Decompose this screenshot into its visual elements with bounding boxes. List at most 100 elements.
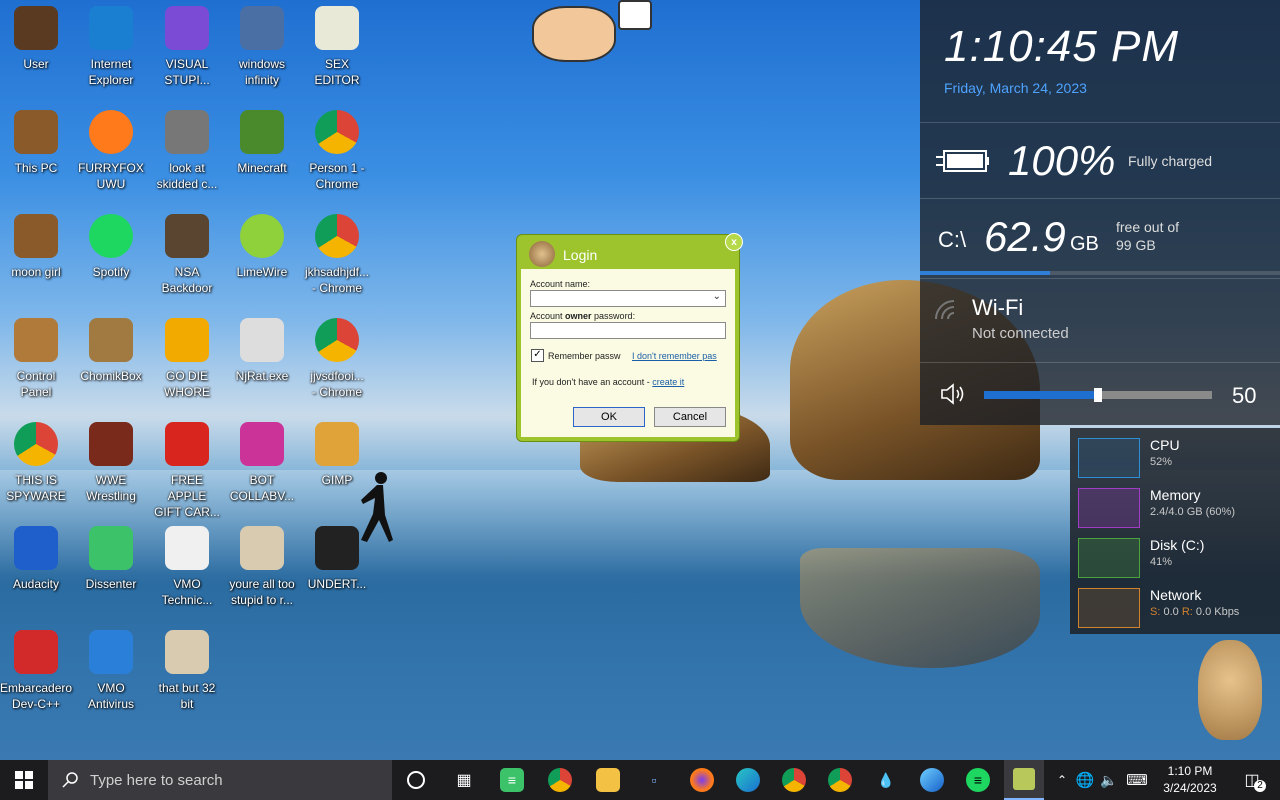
dissenter-taskbar-icon[interactable]: ≡ (500, 768, 524, 792)
remember-checkbox[interactable]: ✓ (531, 349, 544, 362)
desktop-icon-label: Spotify (92, 265, 130, 279)
password-label: Account owner password: (530, 311, 635, 321)
desktop-icon[interactable]: look at skidded c... (151, 110, 223, 192)
droplet-taskbar-icon[interactable]: 💧 (874, 768, 898, 792)
file-explorer-icon[interactable] (596, 768, 620, 792)
desktop-icon[interactable]: jkhsadhjdf... - Chrome (301, 214, 373, 296)
chevron-down-icon[interactable]: ⌄ (713, 291, 721, 302)
volume-thumb[interactable] (1094, 388, 1102, 402)
show-hidden-icons[interactable]: ⌃ (1054, 760, 1070, 800)
hamster-logo-icon (529, 241, 555, 267)
desktop-icon[interactable]: VMO Technic... (151, 526, 223, 608)
desktop-icon[interactable]: LimeWire (226, 214, 298, 280)
files-icon (165, 110, 209, 154)
perf-cpu-row[interactable]: CPU 52% (1070, 432, 1280, 482)
password-field[interactable] (530, 322, 726, 339)
desktop-icon-label: Internet Explorer (88, 57, 134, 87)
chrome-taskbar-icon[interactable] (548, 768, 572, 792)
desktop-icon[interactable]: that but 32 bit (151, 630, 223, 712)
desktop-icon[interactable]: GIMP (301, 422, 373, 488)
edge-taskbar-icon[interactable] (736, 768, 760, 792)
desktop-icon[interactable]: FREE APPLE GIFT CAR... (151, 422, 223, 520)
desktop-icon[interactable]: GO DIE WHORE (151, 318, 223, 400)
close-button[interactable]: x (725, 233, 743, 251)
forgot-password-link[interactable]: I don't remember pas (632, 351, 717, 361)
perf-network-row[interactable]: Network S: 0.0 R: 0.0 Kbps (1070, 582, 1280, 632)
desktop-icon[interactable]: User (0, 6, 72, 72)
login-dialog: Login x Account name: ⌄ Account owner pa… (516, 233, 743, 442)
chrome-profile2-taskbar-icon[interactable] (828, 768, 852, 792)
desktop-icon[interactable]: VMO Antivirus (75, 630, 147, 712)
battery-status: Fully charged (1128, 153, 1213, 169)
desktop-icon-label: NSA Backdoor (161, 265, 213, 295)
desktop-icon[interactable]: Audacity (0, 526, 72, 592)
speaker-icon[interactable] (940, 383, 966, 405)
cortana-icon[interactable] (404, 768, 428, 792)
desktop-icon-label: This PC (14, 161, 58, 175)
account-name-combo[interactable]: ⌄ (530, 290, 726, 307)
ok-button[interactable]: OK (573, 407, 645, 427)
desktop-icon-label: ChomikBox (80, 369, 142, 383)
spotify-taskbar-icon[interactable]: ≡ (966, 768, 990, 792)
start-button[interactable] (0, 760, 48, 800)
desktop-icon-label: jkhsadhjdf... - Chrome (304, 265, 370, 295)
desktop-icon[interactable]: youre all too stupid to r... (226, 526, 298, 608)
chrome-profile-taskbar-icon[interactable] (782, 768, 806, 792)
hamster-sticker (1198, 640, 1262, 740)
edge-beta-taskbar-icon[interactable] (920, 768, 944, 792)
desktop-icon[interactable]: THIS IS SPYWARE (0, 422, 72, 504)
desktop-icon[interactable]: Person 1 - Chrome (301, 110, 373, 192)
desktop-icon[interactable]: Embarcadero Dev-C++ (0, 630, 72, 712)
windows-logo-icon (15, 771, 33, 789)
desktop-icon-label: UNDERT... (307, 577, 367, 591)
desktop-icon[interactable]: NjRat.exe (226, 318, 298, 384)
desktop-icon[interactable]: ChomikBox (75, 318, 147, 384)
desktop-icon[interactable]: NSA Backdoor (151, 214, 223, 296)
desktop-icon[interactable]: SEX EDITOR (301, 6, 373, 88)
desktop-icon[interactable]: VISUAL STUPI... (151, 6, 223, 88)
desktop-icon[interactable]: Spotify (75, 214, 147, 280)
desktop-icon[interactable]: BOT COLLABV... (226, 422, 298, 504)
keyboard-icon[interactable]: ⌨ (1124, 760, 1150, 800)
desktop-icon-label: Embarcadero Dev-C++ (0, 681, 73, 711)
desktop-icon[interactable]: moon girl (0, 214, 72, 280)
desktop-icon[interactable]: jjvsdfooi... - Chrome (301, 318, 373, 400)
create-account-link[interactable]: create it (652, 377, 684, 387)
desktop-icon-label: Audacity (12, 577, 60, 591)
desktop-icon[interactable]: Internet Explorer (75, 6, 147, 88)
unity-icon (315, 526, 359, 570)
firefox-taskbar-icon[interactable] (690, 768, 714, 792)
chomikbox-taskbar-icon[interactable] (1004, 760, 1044, 800)
taskbar-time: 1:10 PM (1167, 764, 1213, 778)
chrome-icon (14, 422, 58, 466)
wifi-section[interactable]: Wi-Fi Not connected (920, 278, 1280, 363)
desktop-icon[interactable]: windows infinity (226, 6, 298, 88)
task-view-icon[interactable]: ▦ (452, 768, 476, 792)
login-title: Login (563, 247, 598, 263)
desktop-icon[interactable]: FURRYFOX UWU (75, 110, 147, 192)
virtualbox-taskbar-icon[interactable]: ▫ (642, 768, 666, 792)
notification-center-button[interactable]: ◫ 2 (1232, 760, 1272, 800)
desktop-icon[interactable]: UNDERT... (301, 526, 373, 592)
desktop-icon[interactable]: Control Panel (0, 318, 72, 400)
hamster-box-icon (89, 318, 133, 362)
desktop-icon-label: that but 32 bit (158, 681, 216, 711)
desktop-icon[interactable]: Minecraft (226, 110, 298, 176)
network-globe-icon[interactable]: 🌐 (1074, 760, 1096, 800)
volume-slider[interactable] (984, 388, 1212, 402)
hex-editor-icon (315, 6, 359, 50)
perf-memory-row[interactable]: Memory 2.4/4.0 GB (60%) (1070, 482, 1280, 532)
cancel-button[interactable]: Cancel (654, 407, 726, 427)
taskbar-clock[interactable]: 1:10 PM 3/24/2023 (1156, 763, 1224, 797)
desktop-icon[interactable]: WWE Wrestling (75, 422, 147, 504)
close-icon: x (731, 236, 737, 248)
desktop-icon-label: VISUAL STUPI... (164, 57, 210, 87)
desktop-icon[interactable]: This PC (0, 110, 72, 176)
volume-muted-icon[interactable]: 🔈 (1098, 760, 1120, 800)
perf-disk-row[interactable]: Disk (C:) 41% (1070, 532, 1280, 582)
cpu-label: CPU (1150, 437, 1180, 453)
desktop-icon-label: Minecraft (237, 161, 287, 175)
search-icon (62, 772, 78, 788)
desktop-icon[interactable]: Dissenter (75, 526, 147, 592)
search-box[interactable]: Type here to search (48, 760, 392, 800)
